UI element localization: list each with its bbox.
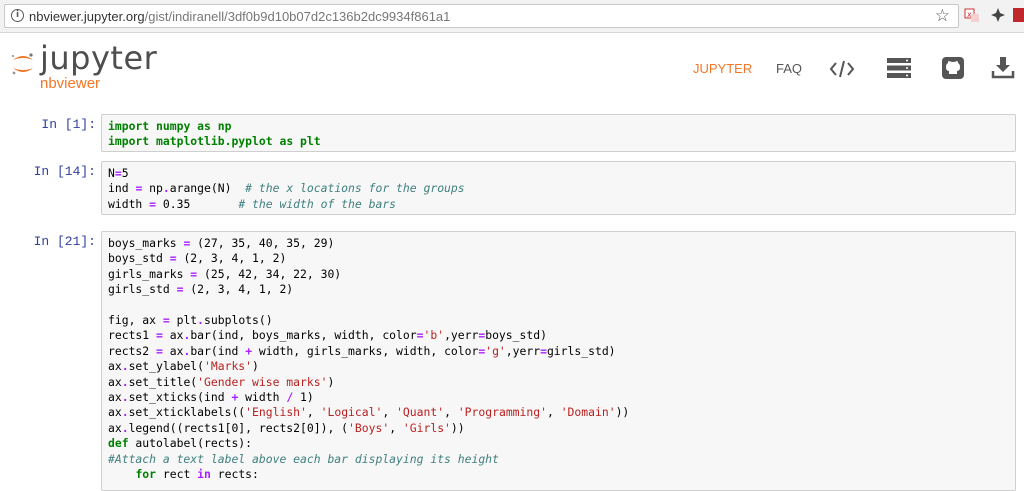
jupyter-logo-icon bbox=[12, 53, 33, 75]
extension-red-icon[interactable] bbox=[1013, 8, 1024, 22]
extension-translate-icon[interactable]: x bbox=[964, 7, 980, 23]
code-input-area[interactable]: N=5 ind = np.arange(N) # the x locations… bbox=[101, 161, 1016, 215]
url-path: /gist/indiranell/3df0b9d10b07d2c136b2dc9… bbox=[144, 9, 451, 24]
code-view-icon[interactable] bbox=[829, 59, 855, 79]
browser-toolbar: i nbviewer.jupyter.org/gist/indiranell/3… bbox=[0, 0, 1024, 33]
code-block: N=5 ind = np.arange(N) # the x locations… bbox=[108, 166, 465, 211]
nbviewer-header: jupyter nbviewer JUPYTER FAQ bbox=[0, 33, 1024, 103]
code-cell: In [21]: boys_marks = (27, 35, 40, 35, 2… bbox=[0, 231, 1024, 491]
code-block: import numpy as np import matplotlib.pyp… bbox=[108, 119, 321, 149]
nav-jupyter-link[interactable]: JUPYTER bbox=[693, 61, 752, 76]
url-text[interactable]: nbviewer.jupyter.org/gist/indiranell/3df… bbox=[29, 9, 450, 24]
cell-prompt: In [21]: bbox=[33, 234, 96, 249]
nav-faq-link[interactable]: FAQ bbox=[776, 61, 802, 76]
logo-subtitle: nbviewer bbox=[40, 75, 101, 92]
logo-text: jupyter bbox=[40, 39, 158, 77]
bookmark-star-icon[interactable]: ☆ bbox=[935, 6, 950, 26]
cell-prompt: In [14]: bbox=[33, 164, 96, 179]
extension-puzzle-icon[interactable] bbox=[990, 7, 1006, 23]
github-icon[interactable] bbox=[941, 56, 965, 80]
url-host: nbviewer.jupyter.org bbox=[29, 9, 145, 24]
code-cell: In [14]: N=5 ind = np.arange(N) # the x … bbox=[0, 161, 1024, 215]
code-cell: In [1]: import numpy as np import matplo… bbox=[0, 114, 1024, 152]
info-icon[interactable]: i bbox=[11, 9, 24, 22]
code-block: boys_marks = (27, 35, 40, 35, 29) boys_s… bbox=[108, 236, 630, 482]
code-input-area[interactable]: import numpy as np import matplotlib.pyp… bbox=[101, 114, 1016, 152]
code-input-area[interactable]: boys_marks = (27, 35, 40, 35, 29) boys_s… bbox=[101, 231, 1016, 491]
cell-prompt: In [1]: bbox=[41, 117, 96, 132]
download-icon[interactable] bbox=[991, 55, 1015, 79]
address-bar[interactable]: i nbviewer.jupyter.org/gist/indiranell/3… bbox=[4, 4, 959, 28]
server-stack-icon[interactable] bbox=[886, 57, 912, 79]
jupyter-logo[interactable]: jupyter nbviewer bbox=[10, 39, 160, 95]
